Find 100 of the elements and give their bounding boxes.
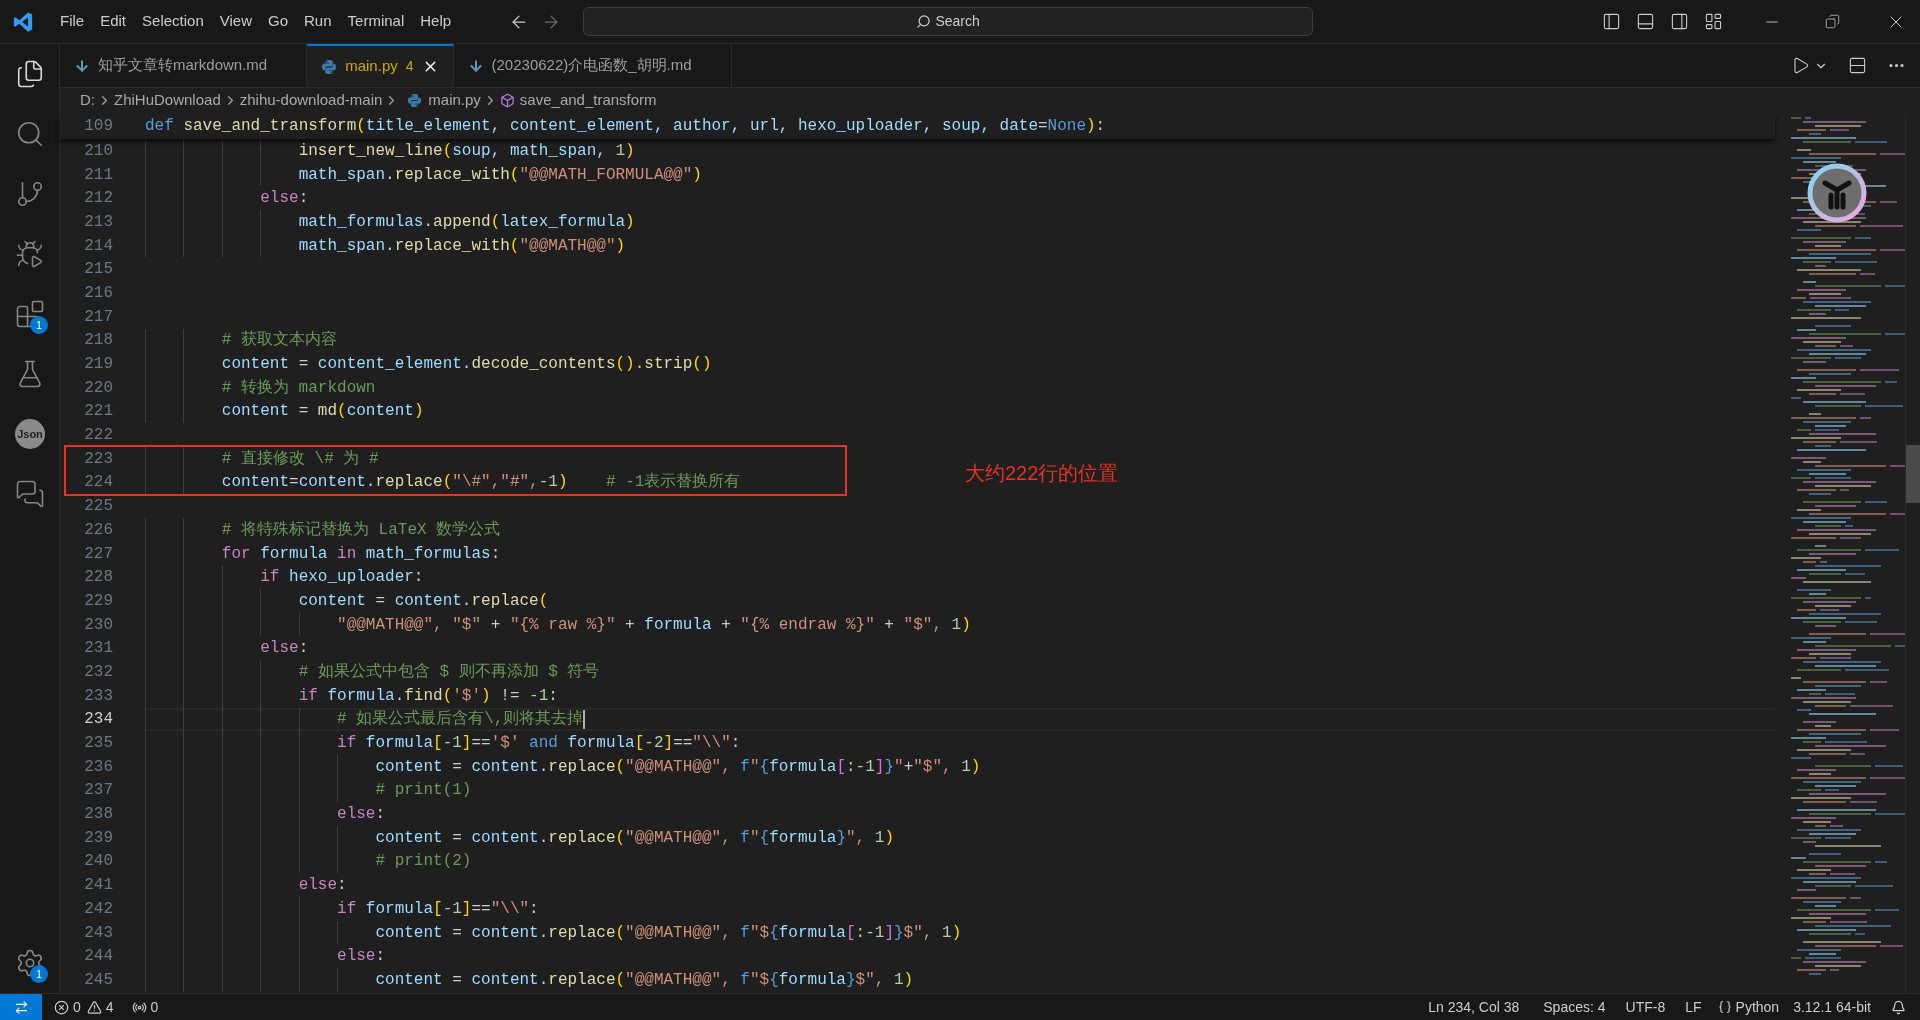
editor-tab[interactable]: main.py 4 [307,44,454,87]
code-line: else: [297,875,347,897]
json-icon[interactable]: Json [15,419,45,449]
menu-item[interactable]: Go [260,10,296,33]
error-icon[interactable] [54,999,69,1015]
code-line: content=content.replace("\#","#",-1) # -1表示替换所有 [220,472,741,494]
code-line: # 直接修改 \# 为 # [220,448,379,470]
scrollbar-thumb[interactable] [1906,445,1920,503]
menu-item[interactable]: View [211,10,260,33]
code-line: math_span.replace_with("@@MATH@@") [297,235,626,257]
line-number: 211 [83,164,113,186]
count-badge: 1 [30,965,48,983]
breadcrumb-item[interactable]: save_and_transform [519,89,657,112]
code-line: "@@MATH@@", "$" + "{% raw %}" + formula + "{% endraw %}" + "$", 1) [336,614,971,636]
files-icon[interactable] [15,59,45,89]
settings-icon[interactable] [15,948,45,978]
menu-item[interactable]: Run [296,10,340,33]
line-number: 235 [83,733,113,755]
layout-icon[interactable] [1704,12,1723,31]
menu-item[interactable]: Edit [92,10,135,33]
app-logo-icon [12,10,34,33]
code-line: # print(1) [374,780,472,802]
line-number: 230 [83,614,113,636]
error-count[interactable]: 0 [73,996,81,1018]
line-number: 243 [83,922,113,944]
line-ending[interactable]: LF [1685,996,1702,1018]
line-number: 231 [83,638,113,660]
code-line: content = content.replace("@@MATH@@", f"{formula[:-1]}"+"$", 1) [374,756,981,778]
line-number: 232 [83,661,113,683]
cube-icon [499,93,515,108]
line-number: 212 [83,188,113,210]
count-badge: 1 [30,316,48,334]
code-line: else: [259,188,309,210]
interpreter-version[interactable]: 3.12.1 64-bit [1793,996,1871,1018]
line-number: 245 [83,969,113,991]
line-number: 215 [83,259,113,281]
search-icon [916,14,932,29]
line-number: 216 [83,282,113,304]
line-number: 213 [83,211,113,233]
line-number: 240 [83,851,113,873]
branch-icon[interactable] [15,179,45,209]
blocks-icon[interactable] [15,299,45,329]
remote-button[interactable] [0,994,42,1020]
code-line: # 如果公式中包含 $ 则不再添加 $ 符号 [297,661,600,683]
encoding[interactable]: UTF-8 [1625,996,1666,1018]
language-mode[interactable]: Python [1735,996,1780,1018]
code-line: content = content.replace( [297,590,549,612]
code-line: # 如果公式最后含有\,则将其去掉 [336,709,584,731]
round-badge-icon[interactable] [1807,163,1867,223]
restore-icon[interactable] [1825,14,1840,29]
cursor-position[interactable]: Ln 234, Col 38 [1428,996,1520,1018]
line-number: 225 [83,496,113,518]
line-number: 228 [83,567,113,589]
code-line: insert_new_line(soup, math_span, 1) [297,140,635,162]
code-line: content = content.replace("@@MATH@@", f"{formula}", 1) [374,827,894,849]
code-line: content = content_element.decode_contents().strip() [220,354,712,376]
code-line: content = content.replace("@@MATH@@", f"${formula[:-1]}$", 1) [374,922,962,944]
remote-icon [13,999,29,1015]
line-number: 223 [83,448,113,470]
chat-icon[interactable] [15,479,45,509]
menu-item[interactable]: Selection [134,10,212,33]
code-line: # 将特殊标记替换为 LaTeX 数学公式 [220,519,501,541]
code-line: math_span.replace_with("@@MATH_FORMULA@@") [297,164,702,186]
menu-item[interactable]: File [52,10,93,33]
line-number: 109 [83,116,113,137]
code-line: if formula[-1]=="\\": [336,898,539,920]
play-bug-icon[interactable] [15,239,45,269]
tab-label: 知乎文章转markdown.md [98,55,268,76]
menu-item[interactable]: Terminal [339,10,413,33]
code-line: if formula.find('$') != -1: [297,685,558,707]
braces-icon[interactable] [1717,1000,1732,1014]
search-icon[interactable] [15,119,45,149]
warning-icon[interactable] [86,999,102,1015]
port-count[interactable]: 0 [150,996,159,1018]
breadcrumb-item[interactable]: ZhiHuDownload [114,89,221,112]
run-icon[interactable] [1791,56,1810,75]
bell-icon[interactable] [1891,999,1906,1015]
breadcrumb-item[interactable]: D: [80,89,95,112]
warning-count[interactable]: 4 [105,996,114,1018]
indentation[interactable]: Spaces: 4 [1543,996,1606,1018]
line-number: 214 [83,235,113,257]
line-number: 233 [83,685,113,707]
breadcrumb-item[interactable]: zhihu-download-main [239,89,383,112]
sticky-code-line: def save_and_transform(title_element, content_element, author, url, hexo_uploader, soup, date=None): [145,116,1106,137]
line-number: 227 [83,543,113,565]
line-number: 234 [83,709,113,731]
menu-item[interactable]: Help [412,10,460,33]
search-field[interactable]: Search [583,7,1314,36]
code-line: content = md(content) [220,401,424,423]
line-number: 219 [83,354,113,376]
line-number: 236 [83,756,113,778]
breadcrumb-item[interactable]: main.py [428,89,481,112]
panel-right-icon[interactable] [1670,12,1689,31]
text-cursor [583,709,586,729]
problem-count: 4 [405,57,414,76]
line-number: 217 [83,306,113,328]
split-editor-icon[interactable] [1848,56,1867,75]
panel-bottom-icon[interactable] [1636,12,1655,31]
code-line: if hexo_uploader: [259,567,424,589]
panel-left-icon[interactable] [1602,12,1621,31]
